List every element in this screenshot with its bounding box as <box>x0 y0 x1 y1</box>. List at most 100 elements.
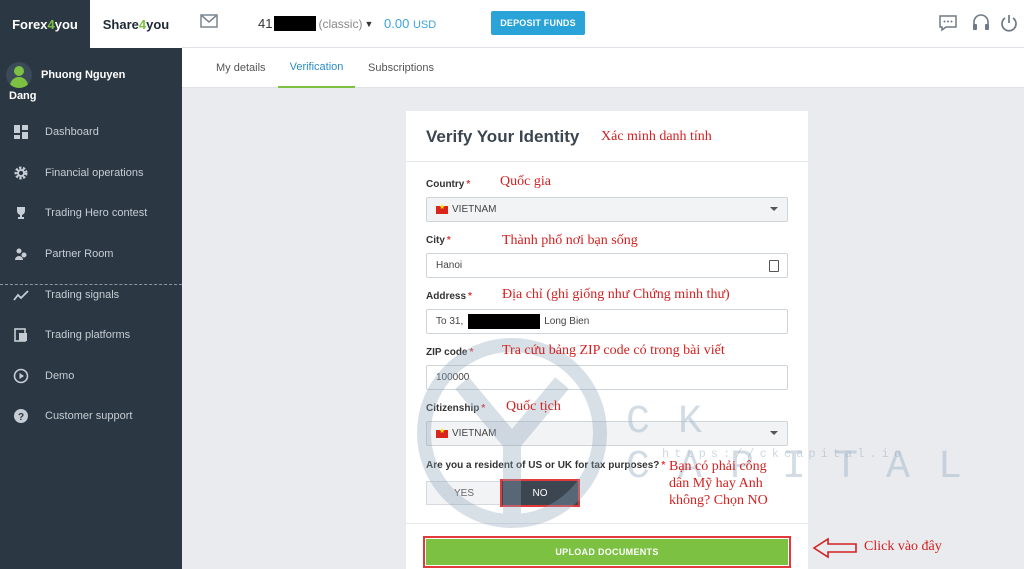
play-icon <box>13 368 29 384</box>
chevron-down-icon <box>770 207 778 211</box>
svg-text:?: ? <box>18 412 24 423</box>
page-title: Verify Your Identity <box>426 127 580 146</box>
mail-icon[interactable] <box>200 14 218 28</box>
annotation-address: Địa chỉ (ghi giống như Chứng minh thư) <box>502 287 730 302</box>
address-field[interactable]: To 31, Long Bien <box>426 309 788 334</box>
sidebar-item-label: Financial operations <box>45 167 144 179</box>
logo-text: you <box>54 16 78 32</box>
divider <box>406 523 808 524</box>
tab-verification[interactable]: Verification <box>278 48 355 88</box>
sidebar-item-partner-room[interactable]: Partner Room <box>0 239 182 269</box>
platforms-icon <box>14 328 27 342</box>
logo-text: Share <box>102 16 139 32</box>
top-bar: Forex 4 you Share 4 you 41 (classic) ▼ 0.00 … <box>0 0 1024 48</box>
logo-text: Forex <box>12 16 48 32</box>
sidebar-item-trading-platforms[interactable]: Trading platforms <box>0 320 182 350</box>
required-mark: * <box>468 291 472 302</box>
resident-no-button[interactable]: NO <box>500 479 580 507</box>
citizenship-select[interactable]: VIETNAM <box>426 421 788 446</box>
label-text: City <box>426 235 445 246</box>
annotation-title: Xác minh danh tính <box>601 129 712 144</box>
account-balance: 0.00 USD <box>384 16 436 31</box>
sidebar-item-customer-support[interactable]: ? Customer support <box>0 401 182 431</box>
user-surname: Dang <box>9 90 37 102</box>
balance-amount: 0.00 <box>384 16 410 31</box>
sidebar-item-demo[interactable]: Demo <box>0 361 182 391</box>
help-icon: ? <box>14 409 28 423</box>
annotation-city: Thành phố nơi bạn sống <box>502 233 638 248</box>
trophy-icon <box>17 207 25 219</box>
citizenship-label: Citizenship * <box>426 403 485 414</box>
arrow-left-icon <box>812 537 857 559</box>
redacted-account-digits <box>274 16 317 31</box>
annotation-resident: Bạn có phải công dân Mỹ hay Anh không? C… <box>669 459 768 508</box>
deposit-funds-button[interactable]: DEPOSIT FUNDS <box>491 11 585 35</box>
label-text: ZIP code <box>426 347 468 358</box>
sidebar: Phuong Nguyen Dang Dashboard Financial o… <box>0 48 182 569</box>
country-label: Country * <box>426 179 470 190</box>
sidebar-item-trading-signals[interactable]: Trading signals <box>0 280 182 310</box>
city-label: City * <box>426 235 451 246</box>
sidebar-item-financial-operations[interactable]: Financial operations <box>0 158 182 188</box>
resident-yes-button[interactable]: YES <box>426 481 502 505</box>
chart-line-icon <box>13 290 29 301</box>
required-mark: * <box>466 179 471 190</box>
dashboard-icon <box>14 125 28 139</box>
chevron-down-icon: ▼ <box>364 18 374 29</box>
autofill-icon <box>769 260 779 272</box>
forex4you-logo[interactable]: Forex 4 you <box>0 0 90 48</box>
label-text: Citizenship <box>426 403 480 414</box>
divider <box>406 161 808 162</box>
sidebar-item-label: Demo <box>45 370 75 382</box>
citizenship-value: VIETNAM <box>452 428 497 439</box>
account-selector[interactable]: 41 (classic) ▼ <box>258 16 373 31</box>
annotation-citizenship: Quốc tịch <box>506 399 561 414</box>
balance-currency: USD <box>412 19 437 31</box>
vietnam-flag-icon <box>436 427 448 438</box>
sidebar-item-dashboard[interactable]: Dashboard <box>0 117 182 147</box>
gear-icon <box>14 166 28 180</box>
avatar-head <box>14 66 24 76</box>
required-mark: * <box>446 235 451 246</box>
power-icon[interactable] <box>999 13 1019 33</box>
sidebar-item-label: Trading platforms <box>45 329 131 341</box>
avatar-body <box>10 77 28 88</box>
sidebar-item-label: Trading Hero contest <box>45 207 148 219</box>
logo-text: 4 <box>47 16 55 32</box>
country-value: VIETNAM <box>452 204 497 215</box>
account-type: (classic) <box>318 16 363 31</box>
logo-text: you <box>146 16 170 32</box>
user-name[interactable]: Phuong Nguyen <box>41 69 125 81</box>
redacted-address <box>468 314 541 329</box>
sidebar-item-label: Dashboard <box>45 126 99 138</box>
zip-value: 100000 <box>436 372 470 383</box>
sidebar-item-label: Trading signals <box>45 289 120 301</box>
annotation-click-here: Click vào đây <box>864 539 942 554</box>
headset-icon[interactable] <box>971 13 991 33</box>
city-field[interactable]: Hanoi <box>426 253 788 278</box>
label-text: Country <box>426 179 465 190</box>
annotation-zip: Tra cứu bảng ZIP code có trong bài viết <box>502 343 725 358</box>
vietnam-flag-icon <box>436 203 448 214</box>
address-suffix: Long Bien <box>544 316 590 327</box>
logo-text: 4 <box>138 16 147 32</box>
annotation-country: Quốc gia <box>500 174 551 189</box>
address-label: Address * <box>426 291 472 302</box>
chat-icon[interactable] <box>938 13 958 33</box>
required-mark: * <box>469 347 474 358</box>
address-prefix: To 31, <box>436 316 464 327</box>
required-mark: * <box>481 403 486 414</box>
avatar[interactable] <box>6 62 32 88</box>
profile-tabs: My details Verification Subscriptions <box>182 48 1024 88</box>
sidebar-item-trading-hero-contest[interactable]: Trading Hero contest <box>0 198 182 228</box>
share4you-logo[interactable]: Share 4 you <box>90 0 182 48</box>
tab-subscriptions[interactable]: Subscriptions <box>368 48 434 88</box>
tab-my-details[interactable]: My details <box>216 48 266 88</box>
sidebar-item-label: Customer support <box>45 410 133 422</box>
tax-residency-question: Are you a resident of US or UK for tax p… <box>426 460 665 471</box>
zip-code-field[interactable]: 100000 <box>426 365 788 390</box>
zip-label: ZIP code * <box>426 347 473 358</box>
question-text: Are you a resident of US or UK for tax p… <box>426 460 660 471</box>
upload-documents-button[interactable]: UPLOAD DOCUMENTS <box>423 536 791 568</box>
country-select[interactable]: VIETNAM <box>426 197 788 222</box>
